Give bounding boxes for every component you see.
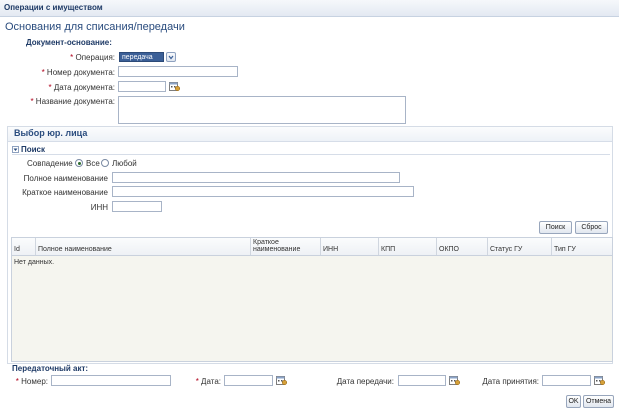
- doc-name-textarea[interactable]: [118, 96, 406, 124]
- basis-section-title: Основания для списания/передачи: [5, 21, 185, 33]
- doc-date-field[interactable]: [118, 81, 166, 92]
- results-table-header: Id Полное наименование Краткое наименова…: [11, 237, 613, 256]
- transfer-handover-date-field[interactable]: [398, 375, 446, 386]
- column-header-status[interactable]: Статус ГУ: [488, 238, 552, 255]
- match-label: Совпадение: [27, 159, 73, 168]
- inn-label: ИНН: [90, 203, 108, 212]
- collapse-triangle-icon[interactable]: [12, 146, 19, 153]
- legal-entity-header: Выбор юр. лица: [8, 127, 612, 142]
- search-button[interactable]: Поиск: [539, 221, 572, 234]
- window-titlebar: Операции с имуществом: [0, 0, 619, 17]
- match-any-radio[interactable]: [101, 159, 109, 167]
- calendar-icon[interactable]: [449, 375, 460, 385]
- column-header-okpo[interactable]: ОКПО: [437, 238, 488, 255]
- reset-button[interactable]: Сброс: [575, 221, 608, 234]
- transfer-number-label: * Номер:: [15, 377, 48, 386]
- empty-table-text: Нет данных.: [14, 259, 55, 266]
- column-header-kpp[interactable]: КПП: [379, 238, 437, 255]
- search-subheader: [12, 144, 610, 155]
- calendar-icon[interactable]: [276, 375, 287, 385]
- transfer-accept-date-field[interactable]: [542, 375, 591, 386]
- transfer-date-label: * Дата:: [195, 377, 221, 386]
- search-toggle-label[interactable]: Поиск: [21, 145, 45, 154]
- cancel-button[interactable]: Отмена: [583, 395, 614, 408]
- short-name-field[interactable]: [112, 186, 414, 197]
- operation-dropdown-button[interactable]: [166, 52, 176, 62]
- transfer-handover-date-label: Дата передачи:: [336, 377, 394, 386]
- operation-label: * Операция:: [70, 53, 115, 62]
- transfer-date-field[interactable]: [224, 375, 273, 386]
- column-header-short-name[interactable]: Краткое наименование: [251, 238, 321, 255]
- full-name-field[interactable]: [112, 172, 400, 183]
- window-title: Операции с имуществом: [4, 3, 103, 12]
- doc-number-label: * Номер документа:: [41, 68, 115, 77]
- results-table-body: Нет данных.: [11, 256, 613, 362]
- legal-entity-title: Выбор юр. лица: [14, 128, 88, 138]
- full-name-label: Полное наименование: [23, 174, 108, 183]
- short-name-label: Краткое наименование: [22, 188, 108, 197]
- doc-name-label: * Название документа:: [30, 97, 115, 106]
- dropdown-arrow-icon: [168, 55, 174, 60]
- doc-number-field[interactable]: [118, 66, 238, 77]
- match-all-label: Все: [86, 159, 100, 168]
- match-all-radio[interactable]: [75, 159, 83, 167]
- calendar-icon[interactable]: [594, 375, 605, 385]
- operation-select[interactable]: передача: [119, 52, 164, 62]
- column-header-inn[interactable]: ИНН: [321, 238, 379, 255]
- column-header-id[interactable]: Id: [12, 238, 36, 255]
- transfer-number-field[interactable]: [51, 375, 171, 386]
- ok-button[interactable]: OK: [566, 395, 581, 408]
- transfer-act-title: Передаточный акт:: [12, 364, 89, 373]
- column-header-type[interactable]: Тип ГУ: [552, 238, 612, 255]
- transfer-accept-date-label: Дата принятия:: [482, 377, 539, 386]
- doc-date-label: * Дата документа:: [48, 83, 115, 92]
- inn-field[interactable]: [112, 201, 162, 212]
- calendar-icon[interactable]: [169, 81, 180, 91]
- match-any-label: Любой: [112, 159, 137, 168]
- doc-group-label: Документ-основание:: [26, 38, 112, 47]
- column-header-full-name[interactable]: Полное наименование: [36, 238, 251, 255]
